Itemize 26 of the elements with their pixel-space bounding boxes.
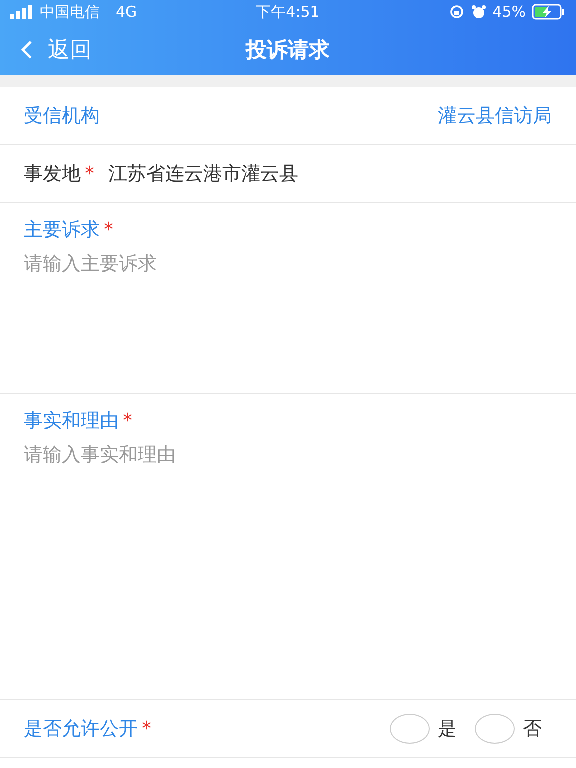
rotation-lock-icon: [448, 5, 465, 19]
required-mark: *: [85, 162, 94, 184]
back-button[interactable]: 返回: [0, 34, 92, 64]
page-title: 投诉请求: [246, 36, 330, 64]
required-mark: *: [142, 718, 152, 740]
field-label: 受信机构: [24, 104, 100, 128]
field-label: 主要诉求: [24, 218, 100, 243]
agency-value[interactable]: 灌云县信访局: [438, 102, 552, 128]
battery-percent: 45%: [492, 3, 526, 21]
status-time: 下午4:51: [256, 2, 320, 22]
chevron-left-icon: [20, 40, 34, 60]
signal-icon: [10, 5, 34, 19]
location-value[interactable]: 江苏省连云港市灌云县: [108, 160, 298, 186]
option-label: 是: [438, 716, 457, 742]
carrier-name: 中国电信: [40, 2, 100, 22]
option-label: 否: [523, 716, 542, 742]
field-label: 事实和理由: [24, 409, 119, 434]
alarm-icon: [470, 5, 487, 19]
field-label: 事发地: [24, 162, 81, 186]
radio-button[interactable]: [475, 714, 515, 744]
field-label: 是否允许公开: [24, 716, 138, 742]
radio-button[interactable]: [390, 714, 430, 744]
battery-icon: [532, 4, 566, 20]
required-mark: *: [123, 410, 132, 432]
network-type: 4G: [116, 3, 138, 21]
required-mark: *: [104, 219, 114, 241]
